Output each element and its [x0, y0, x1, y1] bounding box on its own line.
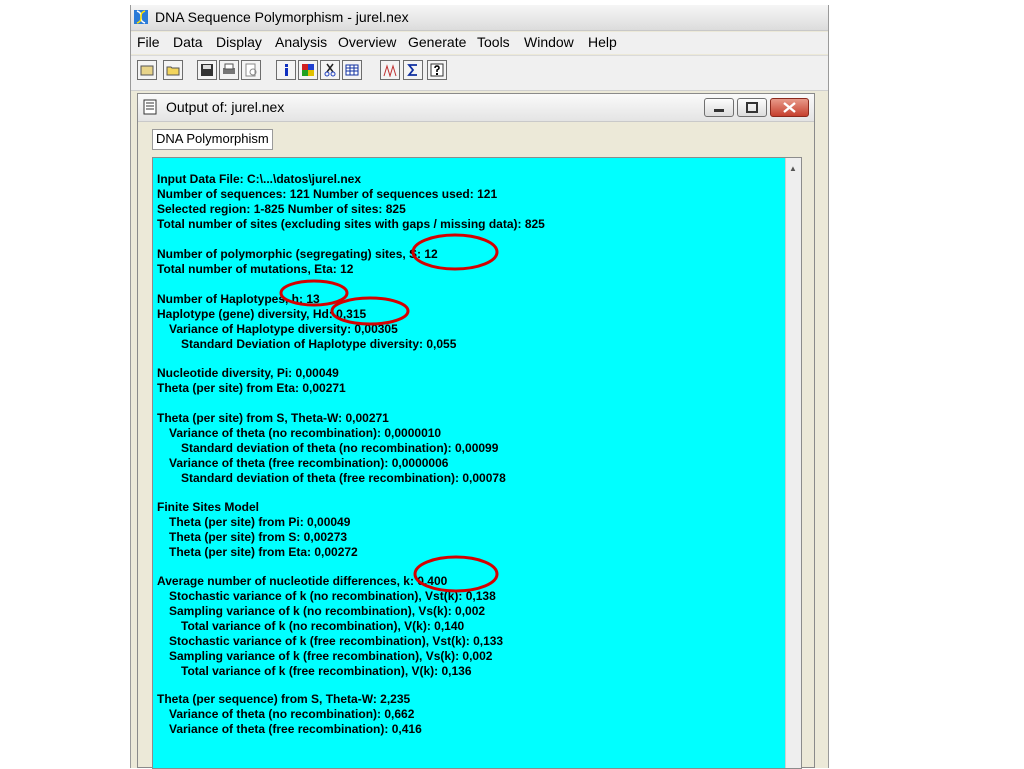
menu-generate[interactable]: Generate	[408, 34, 466, 50]
folder-icon	[166, 66, 180, 76]
output-window: Output of: jurel.nex DNA Polymorphism In…	[137, 93, 815, 769]
output-line: Theta (per site) from Pi: 0,00049	[169, 515, 351, 529]
info-button[interactable]	[276, 60, 296, 80]
output-line: Total variance of k (no recombination), …	[181, 619, 465, 633]
color-grid-icon	[302, 64, 314, 76]
output-window-title: Output of: jurel.nex	[166, 99, 285, 115]
output-line: Standard Deviation of Haplotype diversit…	[181, 337, 457, 351]
help-icon	[430, 63, 444, 77]
output-line: Average number of nucleotide differences…	[157, 574, 448, 588]
menu-overview[interactable]: Overview	[338, 34, 396, 50]
cut-icon	[324, 63, 336, 77]
sigma-icon	[407, 64, 417, 76]
graph-button[interactable]	[380, 60, 400, 80]
print-preview-icon	[245, 63, 257, 77]
maximize-button[interactable]	[737, 98, 767, 117]
print-preview-button[interactable]	[241, 60, 261, 80]
menu-bar: File Data Display Analysis Overview Gene…	[131, 32, 828, 54]
output-line: Sampling variance of k (free recombinati…	[169, 649, 493, 663]
minimize-icon	[714, 109, 724, 112]
save-button[interactable]	[197, 60, 217, 80]
menu-data[interactable]: Data	[173, 34, 203, 50]
output-line: Number of Haplotypes, h: 13	[157, 292, 320, 306]
output-panel: Input Data File: C:\...\datos\jurel.nex N…	[152, 157, 802, 769]
output-line: Stochastic variance of k (free recombina…	[169, 634, 504, 648]
menu-file[interactable]: File	[137, 34, 160, 50]
output-line: Theta (per sequence) from S, Theta-W: 2,…	[157, 692, 411, 706]
color-grid-button[interactable]	[298, 60, 318, 80]
output-text-area[interactable]: Input Data File: C:\...\datos\jurel.nex N…	[153, 158, 787, 768]
output-line: Standard deviation of theta (no recombin…	[181, 441, 499, 455]
output-line: Variance of theta (no recombination): 0,…	[169, 707, 415, 721]
menu-tools[interactable]: Tools	[477, 34, 510, 50]
output-line: Theta (per site) from Eta: 0,00271	[157, 381, 346, 395]
output-line: Finite Sites Model	[157, 500, 260, 514]
output-line: Nucleotide diversity, Pi: 0,00049	[157, 366, 339, 380]
output-line: Theta (per site) from S, Theta-W: 0,0027…	[157, 411, 389, 425]
close-button[interactable]	[770, 98, 809, 117]
output-line: Number of polymorphic (segregating) site…	[157, 247, 438, 261]
output-line: Variance of theta (free recombination): …	[169, 456, 449, 470]
output-line: Sampling variance of k (no recombination…	[169, 604, 486, 618]
window-title: DNA Sequence Polymorphism - jurel.nex	[155, 9, 409, 25]
output-window-title-bar[interactable]: Output of: jurel.nex	[138, 94, 814, 122]
info-icon	[285, 64, 288, 76]
maximize-icon	[746, 102, 758, 113]
toolbar	[131, 55, 828, 91]
graph-icon	[383, 64, 397, 77]
close-icon	[783, 102, 796, 113]
folder-button[interactable]	[163, 60, 183, 80]
scroll-up-arrow-icon[interactable]: ▲	[789, 164, 797, 173]
output-line: Standard deviation of theta (free recomb…	[181, 471, 506, 485]
save-icon	[201, 64, 213, 76]
open-button[interactable]	[137, 60, 157, 80]
tab-dna-polymorphism[interactable]: DNA Polymorphism	[152, 129, 273, 150]
app-window: DNA Sequence Polymorphism - jurel.nex Fi…	[130, 5, 829, 769]
menu-display[interactable]: Display	[216, 34, 262, 50]
table-button[interactable]	[342, 60, 362, 80]
output-line: Input Data File: C:\...\datos\jurel.nex	[157, 172, 362, 186]
document-icon	[143, 99, 157, 115]
output-line: Variance of Haplotype diversity: 0,00305	[169, 322, 398, 336]
open-icon	[140, 65, 154, 76]
dna-app-icon	[134, 10, 148, 24]
vertical-scrollbar[interactable]: ▲	[785, 158, 801, 768]
help-button[interactable]	[427, 60, 447, 80]
output-line: Variance of theta (no recombination): 0,…	[169, 426, 442, 440]
output-line: Number of sequences: 121 Number of seque…	[157, 187, 498, 201]
output-line: Selected region: 1-825 Number of sites: …	[157, 202, 406, 216]
output-line: Stochastic variance of k (no recombinati…	[169, 589, 496, 603]
title-bar[interactable]: DNA Sequence Polymorphism - jurel.nex	[131, 5, 828, 31]
table-icon	[345, 64, 359, 76]
output-line: Total variance of k (free recombination)…	[181, 664, 472, 678]
output-line: Total number of sites (excluding sites w…	[157, 217, 545, 231]
minimize-button[interactable]	[704, 98, 734, 117]
menu-help[interactable]: Help	[588, 34, 617, 50]
output-line: Haplotype (gene) diversity, Hd: 0,315	[157, 307, 367, 321]
output-line: Variance of theta (free recombination): …	[169, 722, 422, 736]
output-line: Theta (per site) from Eta: 0,00272	[169, 545, 358, 559]
menu-window[interactable]: Window	[524, 34, 574, 50]
sigma-button[interactable]	[403, 60, 423, 80]
print-button[interactable]	[219, 60, 239, 80]
output-line: Total number of mutations, Eta: 12	[157, 262, 354, 276]
print-icon	[223, 63, 235, 74]
output-line: Theta (per site) from S: 0,00273	[169, 530, 348, 544]
menu-analysis[interactable]: Analysis	[275, 34, 327, 50]
cut-button[interactable]	[320, 60, 340, 80]
